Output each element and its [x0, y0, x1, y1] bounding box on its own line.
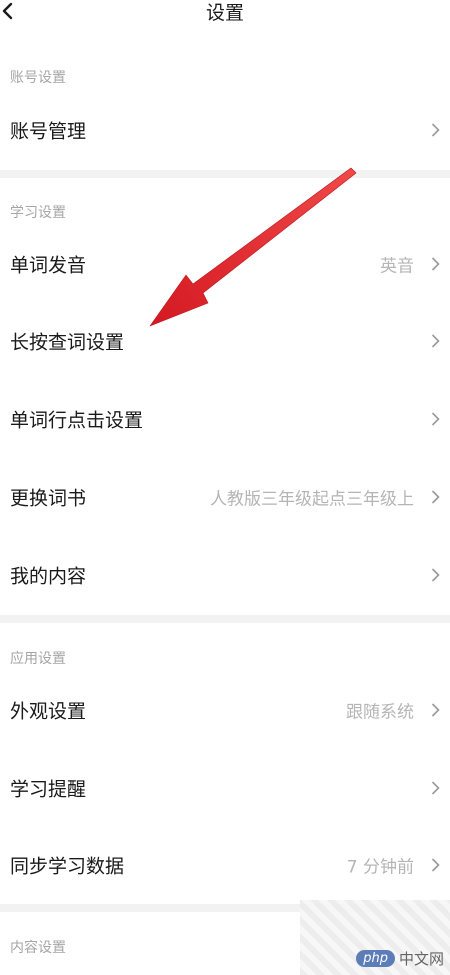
chevron-right-icon — [431, 858, 440, 872]
chevron-right-icon — [431, 123, 440, 137]
row-label: 账号管理 — [10, 120, 87, 143]
settings-row-change-wordbook[interactable]: 更换词书 人教版三年级起点三年级上 — [0, 461, 450, 533]
row-value: 跟随系统 — [346, 702, 414, 723]
section-divider — [0, 170, 450, 178]
settings-row-appearance[interactable]: 外观设置 跟随系统 — [0, 674, 450, 746]
chevron-right-icon — [431, 703, 440, 717]
settings-row-my-content[interactable]: 我的内容 — [0, 539, 450, 611]
chevron-right-icon — [431, 490, 440, 504]
page-title: 设置 — [205, 2, 244, 24]
chevron-right-icon — [431, 568, 440, 582]
watermark: php 中文网 — [300, 900, 450, 975]
chevron-right-icon — [431, 257, 440, 271]
settings-row-account-management[interactable]: 账号管理 — [0, 94, 450, 166]
section-header-app: 应用设置 — [10, 651, 66, 667]
watermark-badge: php — [356, 950, 395, 967]
settings-row-sync-data[interactable]: 同步学习数据 7 分钟前 — [0, 829, 450, 901]
settings-row-word-pronunciation[interactable]: 单词发音 英音 — [0, 228, 450, 300]
chevron-right-icon — [431, 412, 440, 426]
watermark-logo: php 中文网 — [356, 948, 444, 969]
row-label: 同步学习数据 — [10, 855, 125, 878]
row-value: 人教版三年级起点三年级上 — [210, 489, 414, 510]
section-header-content: 内容设置 — [10, 940, 66, 956]
row-value: 英音 — [380, 256, 414, 277]
nav-bar: 设置 — [0, 0, 450, 30]
row-label: 长按查词设置 — [10, 331, 125, 354]
row-label: 单词行点击设置 — [10, 409, 144, 432]
row-label: 外观设置 — [10, 700, 87, 723]
watermark-text: 中文网 — [398, 950, 444, 968]
section-header-study: 学习设置 — [10, 205, 66, 221]
row-label: 单词发音 — [10, 254, 87, 277]
chevron-right-icon — [431, 781, 440, 795]
section-divider — [0, 615, 450, 623]
section-header-account: 账号设置 — [10, 70, 66, 86]
row-label: 更换词书 — [10, 487, 87, 510]
settings-row-long-press-lookup[interactable]: 长按查词设置 — [0, 305, 450, 377]
chevron-right-icon — [431, 334, 440, 348]
settings-row-word-line-click[interactable]: 单词行点击设置 — [0, 383, 450, 455]
settings-row-study-reminder[interactable]: 学习提醒 — [0, 752, 450, 824]
row-value: 7 分钟前 — [346, 857, 414, 878]
row-label: 学习提醒 — [10, 778, 87, 801]
row-label: 我的内容 — [10, 565, 87, 588]
